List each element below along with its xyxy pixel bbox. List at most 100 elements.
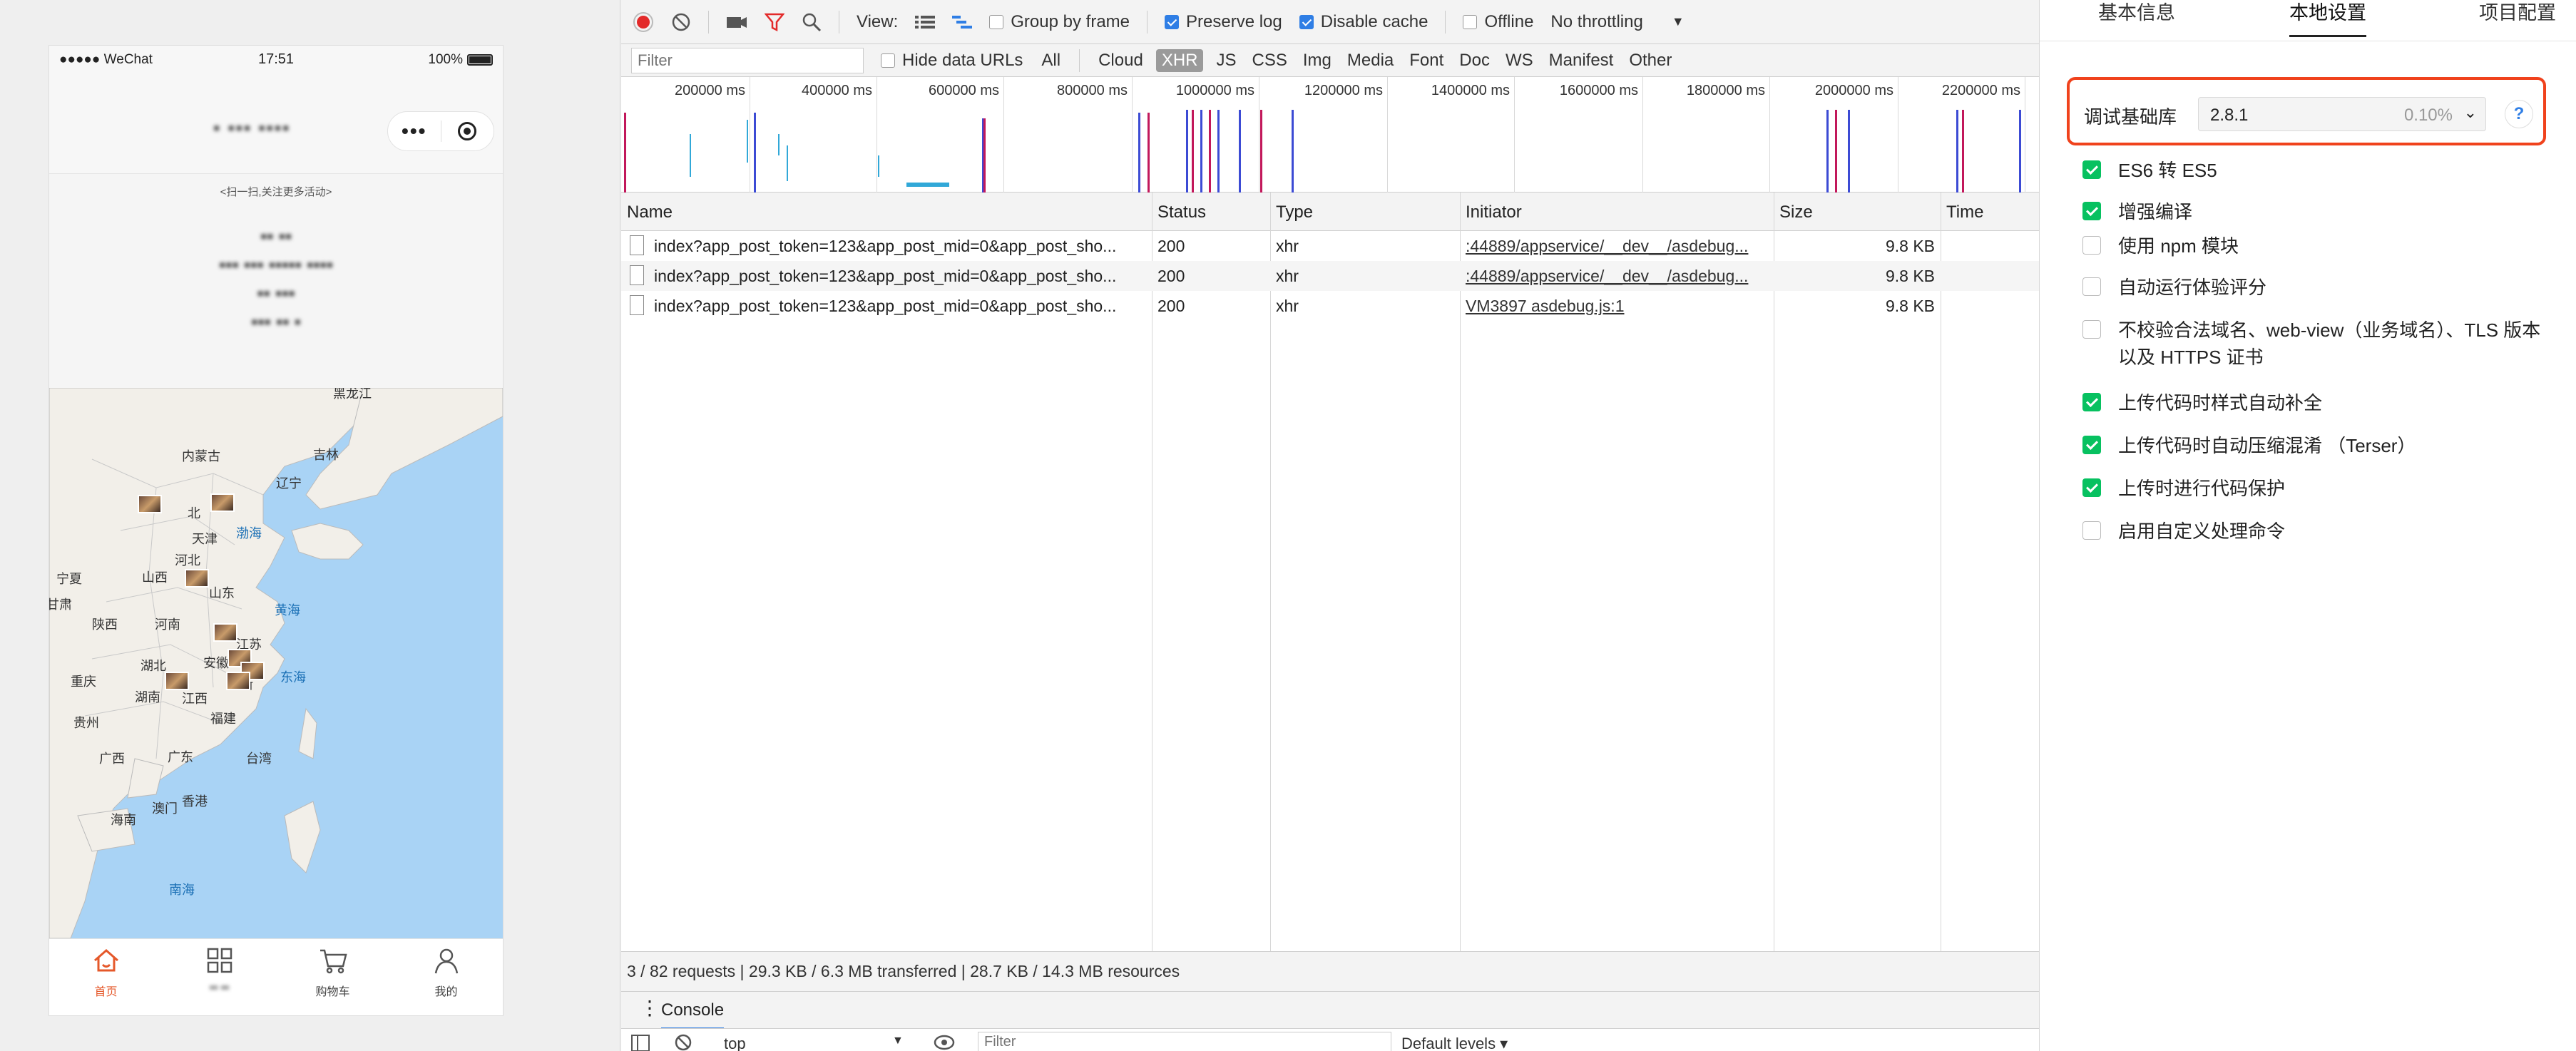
preserve-log-checkbox[interactable]: Preserve log [1165, 12, 1282, 32]
clear-button[interactable] [671, 12, 691, 32]
record-button[interactable] [633, 11, 654, 33]
option-custom-commands[interactable]: 启用自定义处理命令 [2082, 518, 2553, 545]
column-header-name[interactable]: Name [627, 202, 673, 222]
filter-input[interactable] [631, 47, 864, 73]
console-filter-input[interactable] [978, 1032, 1391, 1051]
request-initiator-link[interactable]: :44889/appservice/__dev__/asdebug... [1466, 267, 1769, 286]
request-name[interactable]: index?app_post_token=123&app_post_mid=0&… [654, 237, 1146, 256]
checkbox-icon[interactable] [2082, 160, 2101, 179]
option-es6-to-es5[interactable]: ES6 转 ES5 [2082, 157, 2553, 184]
request-initiator-link[interactable]: :44889/appservice/__dev__/asdebug... [1466, 237, 1769, 256]
type-filter-font[interactable]: Font [1404, 49, 1449, 72]
option-code-protection[interactable]: 上传时进行代码保护 [2082, 475, 2553, 502]
disable-cache-checkbox[interactable]: Disable cache [1299, 12, 1428, 32]
context-select[interactable]: top [724, 1035, 746, 1051]
column-header-size[interactable]: Size [1779, 202, 1813, 222]
table-row[interactable]: index?app_post_token=123&app_post_mid=0&… [621, 231, 2039, 261]
type-filter-img[interactable]: Img [1297, 49, 1337, 72]
option-auto-prefix-css[interactable]: 上传代码时样式自动补全 [2082, 389, 2553, 416]
request-bar [787, 145, 788, 181]
tab-project-config[interactable]: 项目配置 [2479, 0, 2556, 25]
large-rows-button[interactable] [915, 14, 936, 31]
checkbox-icon[interactable] [2082, 320, 2101, 339]
log-levels-select[interactable]: Default levels ▾ [1401, 1035, 1508, 1051]
group-by-frame-checkbox[interactable]: Group by frame [989, 12, 1130, 32]
checkbox-icon[interactable] [2082, 277, 2101, 296]
checkbox-icon[interactable] [2082, 202, 2101, 220]
checkbox-icon[interactable] [2082, 478, 2101, 497]
table-row[interactable]: index?app_post_token=123&app_post_mid=0&… [621, 261, 2039, 291]
checkbox-icon[interactable] [2082, 393, 2101, 411]
tab-basic-info[interactable]: 基本信息 [2098, 0, 2175, 25]
network-summary: 3 / 82 requests | 29.3 KB / 6.3 MB trans… [621, 951, 2039, 991]
tab-mine[interactable]: 我的 [389, 939, 503, 1015]
base-library-select[interactable]: 2.8.1 0.10% ⌄ [2198, 97, 2486, 131]
option-label: 启用自定义处理命令 [2118, 521, 2286, 542]
map-marker[interactable] [138, 495, 162, 513]
map-label: 宁夏 [56, 572, 82, 586]
capsule-menu[interactable]: ••• [387, 111, 494, 151]
map-label: 天津 [192, 532, 218, 546]
sidebar-toggle-icon[interactable] [631, 1035, 650, 1051]
request-bar [1217, 110, 1220, 193]
more-icon[interactable]: ••• [388, 121, 441, 141]
column-header-status[interactable]: Status [1157, 202, 1206, 222]
help-icon[interactable]: ? [2505, 100, 2533, 128]
type-filter-doc[interactable]: Doc [1453, 49, 1496, 72]
type-filter-js[interactable]: JS [1210, 49, 1242, 72]
tab-local-settings[interactable]: 本地设置 [2289, 0, 2366, 37]
timeline-overview[interactable]: 200000 ms 400000 ms 600000 ms 800000 ms … [621, 77, 2039, 193]
type-filter-all[interactable]: All [1036, 49, 1066, 72]
request-name[interactable]: index?app_post_token=123&app_post_mid=0&… [654, 267, 1146, 286]
column-header-time[interactable]: Time [1946, 202, 1983, 222]
throttling-select[interactable]: No throttling ▼ [1550, 12, 1684, 32]
tab-home[interactable]: 首页 [49, 939, 163, 1015]
map-marker[interactable] [185, 569, 209, 588]
option-npm-modules[interactable]: 使用 npm 模块 [2082, 232, 2553, 260]
close-program-button[interactable] [441, 122, 494, 140]
type-filter-ws[interactable]: WS [1500, 49, 1539, 72]
checkbox-icon[interactable] [2082, 436, 2101, 454]
view-label: View: [857, 11, 899, 31]
hide-data-urls-checkbox[interactable]: Hide data URLs [881, 51, 1023, 71]
map-marker[interactable] [213, 623, 237, 642]
map-marker[interactable] [226, 672, 250, 690]
type-filter-manifest[interactable]: Manifest [1543, 49, 1620, 72]
type-filter-css[interactable]: CSS [1247, 49, 1293, 72]
tab-console[interactable]: Console [661, 1000, 725, 1030]
request-initiator-link[interactable]: VM3897 asdebug.js:1 [1466, 297, 1769, 316]
tick-label: 600000 ms [929, 83, 999, 98]
filter-toggle-button[interactable] [765, 12, 784, 32]
map-label: 山东 [209, 586, 235, 600]
option-enhanced-compile[interactable]: 增强编译 [2082, 198, 2553, 225]
offline-checkbox[interactable]: Offline [1463, 12, 1533, 32]
type-filter-media[interactable]: Media [1341, 49, 1399, 72]
checkbox-icon[interactable] [2082, 236, 2101, 255]
waterfall-view-button[interactable] [952, 14, 973, 31]
china-map[interactable]: 黑龙江 内蒙古 吉林 辽宁 北 天津 渤海 河北 宁夏 山西 山东 黄海 甘肃 … [49, 388, 503, 938]
screenshot-button[interactable] [726, 14, 747, 31]
request-bar [878, 155, 879, 177]
tab-label: ▪▪ ▪▪ [209, 982, 230, 994]
tab-cart[interactable]: 购物车 [276, 939, 389, 1015]
checkbox-label: Offline [1484, 11, 1534, 31]
table-row[interactable]: index?app_post_token=123&app_post_mid=0&… [621, 291, 2039, 321]
tab-category[interactable]: ▪▪ ▪▪ [163, 939, 276, 1015]
option-skip-domain-check[interactable]: 不校验合法域名、web-view（业务域名）、TLS 版本以及 HTTPS 证书 [2082, 317, 2553, 371]
request-name[interactable]: index?app_post_token=123&app_post_mid=0&… [654, 297, 1146, 316]
option-minify-terser[interactable]: 上传代码时自动压缩混淆 （Terser） [2082, 432, 2553, 459]
option-auto-audit[interactable]: 自动运行体验评分 [2082, 274, 2553, 301]
kebab-menu-icon[interactable]: ⋮ [640, 996, 660, 1020]
option-label: 上传时进行代码保护 [2118, 478, 2286, 499]
column-header-type[interactable]: Type [1276, 202, 1313, 222]
type-filter-xhr[interactable]: XHR [1155, 48, 1204, 72]
eye-icon[interactable] [934, 1033, 955, 1051]
map-marker[interactable] [210, 493, 235, 512]
type-filter-cloud[interactable]: Cloud [1093, 49, 1149, 72]
map-marker[interactable] [165, 672, 189, 690]
checkbox-icon[interactable] [2082, 521, 2101, 540]
column-header-initiator[interactable]: Initiator [1466, 202, 1522, 222]
clear-console-icon[interactable] [674, 1033, 692, 1051]
type-filter-other[interactable]: Other [1623, 49, 1677, 72]
search-button[interactable] [802, 12, 822, 32]
